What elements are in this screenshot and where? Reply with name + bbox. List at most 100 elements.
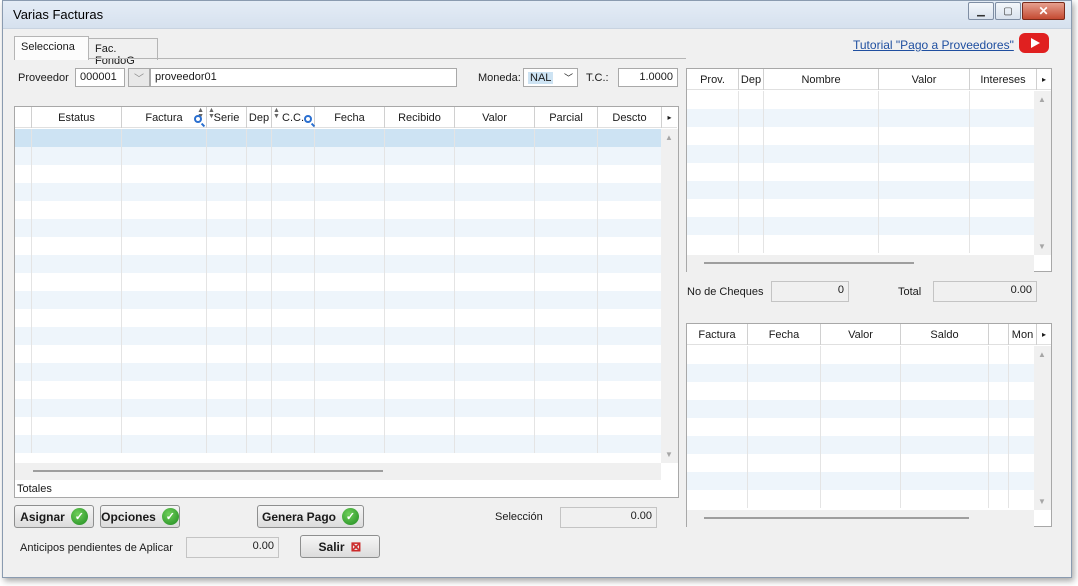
table-cell[interactable] <box>207 291 247 309</box>
detail-vertical-scrollbar[interactable]: ▲ ▼ <box>1034 346 1051 510</box>
table-cell[interactable] <box>455 129 535 147</box>
grid-header-saldo[interactable]: Saldo <box>901 324 989 345</box>
table-cell[interactable] <box>272 255 315 273</box>
table-cell[interactable] <box>1009 472 1037 490</box>
table-cell[interactable] <box>598 183 662 201</box>
table-cell[interactable] <box>32 309 122 327</box>
table-row[interactable] <box>15 381 662 399</box>
grid-header-recibido[interactable]: Recibido <box>385 107 455 128</box>
table-cell[interactable] <box>122 309 207 327</box>
table-cell[interactable] <box>455 147 535 165</box>
table-cell[interactable] <box>455 219 535 237</box>
table-cell[interactable] <box>455 363 535 381</box>
grid-header-valor[interactable]: Valor <box>879 69 970 90</box>
table-cell[interactable] <box>455 201 535 219</box>
table-cell[interactable] <box>455 255 535 273</box>
table-cell[interactable] <box>385 381 455 399</box>
table-cell[interactable] <box>15 345 32 363</box>
scroll-thumb[interactable] <box>33 470 383 472</box>
table-cell[interactable] <box>207 399 247 417</box>
table-cell[interactable] <box>247 381 272 399</box>
table-row[interactable] <box>15 219 662 237</box>
table-cell[interactable] <box>315 345 385 363</box>
tab-selecciona[interactable]: Selecciona <box>14 36 89 60</box>
table-cell[interactable] <box>598 273 662 291</box>
table-cell[interactable] <box>385 165 455 183</box>
table-row[interactable] <box>15 147 662 165</box>
proveedor-name-field[interactable]: proveedor01 <box>150 68 457 87</box>
table-row[interactable] <box>687 472 1037 490</box>
table-cell[interactable] <box>901 418 989 436</box>
table-cell[interactable] <box>598 327 662 345</box>
table-cell[interactable] <box>970 235 1037 253</box>
grid-header-valor[interactable]: Valor <box>455 107 535 128</box>
table-cell[interactable] <box>247 291 272 309</box>
checks-grid[interactable]: Prov. Dep Nombre Valor Intereses ▸ ▲ ▼ <box>686 68 1052 272</box>
table-cell[interactable] <box>901 382 989 400</box>
table-cell[interactable] <box>385 291 455 309</box>
table-cell[interactable] <box>989 346 1009 364</box>
table-cell[interactable] <box>32 165 122 183</box>
table-cell[interactable] <box>122 129 207 147</box>
table-cell[interactable] <box>247 399 272 417</box>
table-cell[interactable] <box>32 147 122 165</box>
table-cell[interactable] <box>687 382 748 400</box>
table-cell[interactable] <box>122 399 207 417</box>
table-cell[interactable] <box>455 435 535 453</box>
table-cell[interactable] <box>1009 490 1037 508</box>
table-cell[interactable] <box>315 255 385 273</box>
table-cell[interactable] <box>687 145 739 163</box>
table-cell[interactable] <box>385 435 455 453</box>
table-cell[interactable] <box>687 346 748 364</box>
table-cell[interactable] <box>272 363 315 381</box>
table-cell[interactable] <box>821 436 901 454</box>
table-cell[interactable] <box>879 91 970 109</box>
table-cell[interactable] <box>989 472 1009 490</box>
table-cell[interactable] <box>247 363 272 381</box>
table-cell[interactable] <box>598 165 662 183</box>
table-cell[interactable] <box>207 309 247 327</box>
scroll-up-icon[interactable]: ▲ <box>1038 95 1046 104</box>
table-row[interactable] <box>687 91 1037 109</box>
table-cell[interactable] <box>901 436 989 454</box>
scroll-up-icon[interactable]: ▲ <box>665 133 673 142</box>
table-cell[interactable] <box>535 237 598 255</box>
table-cell[interactable] <box>901 346 989 364</box>
table-cell[interactable] <box>272 345 315 363</box>
table-cell[interactable] <box>821 400 901 418</box>
table-cell[interactable] <box>764 127 879 145</box>
table-cell[interactable] <box>1009 346 1037 364</box>
table-cell[interactable] <box>15 327 32 345</box>
table-cell[interactable] <box>455 237 535 255</box>
search-icon[interactable] <box>304 115 312 123</box>
table-cell[interactable] <box>315 147 385 165</box>
table-cell[interactable] <box>32 417 122 435</box>
table-cell[interactable] <box>122 237 207 255</box>
table-cell[interactable] <box>15 183 32 201</box>
table-cell[interactable] <box>455 417 535 435</box>
table-cell[interactable] <box>535 327 598 345</box>
table-cell[interactable] <box>989 382 1009 400</box>
table-cell[interactable] <box>455 309 535 327</box>
table-cell[interactable] <box>1009 400 1037 418</box>
opciones-button[interactable]: Opciones ✓ <box>100 505 180 528</box>
table-cell[interactable] <box>385 327 455 345</box>
table-cell[interactable] <box>315 273 385 291</box>
table-cell[interactable] <box>207 255 247 273</box>
table-cell[interactable] <box>385 147 455 165</box>
table-cell[interactable] <box>15 363 32 381</box>
table-cell[interactable] <box>15 273 32 291</box>
scroll-thumb[interactable] <box>704 517 969 519</box>
table-cell[interactable] <box>272 399 315 417</box>
table-row[interactable] <box>15 399 662 417</box>
table-row[interactable] <box>15 291 662 309</box>
table-cell[interactable] <box>535 399 598 417</box>
table-cell[interactable] <box>821 490 901 508</box>
table-cell[interactable] <box>535 147 598 165</box>
table-cell[interactable] <box>315 435 385 453</box>
table-cell[interactable] <box>748 490 821 508</box>
table-cell[interactable] <box>598 201 662 219</box>
table-cell[interactable] <box>535 219 598 237</box>
table-cell[interactable] <box>455 399 535 417</box>
table-cell[interactable] <box>535 363 598 381</box>
